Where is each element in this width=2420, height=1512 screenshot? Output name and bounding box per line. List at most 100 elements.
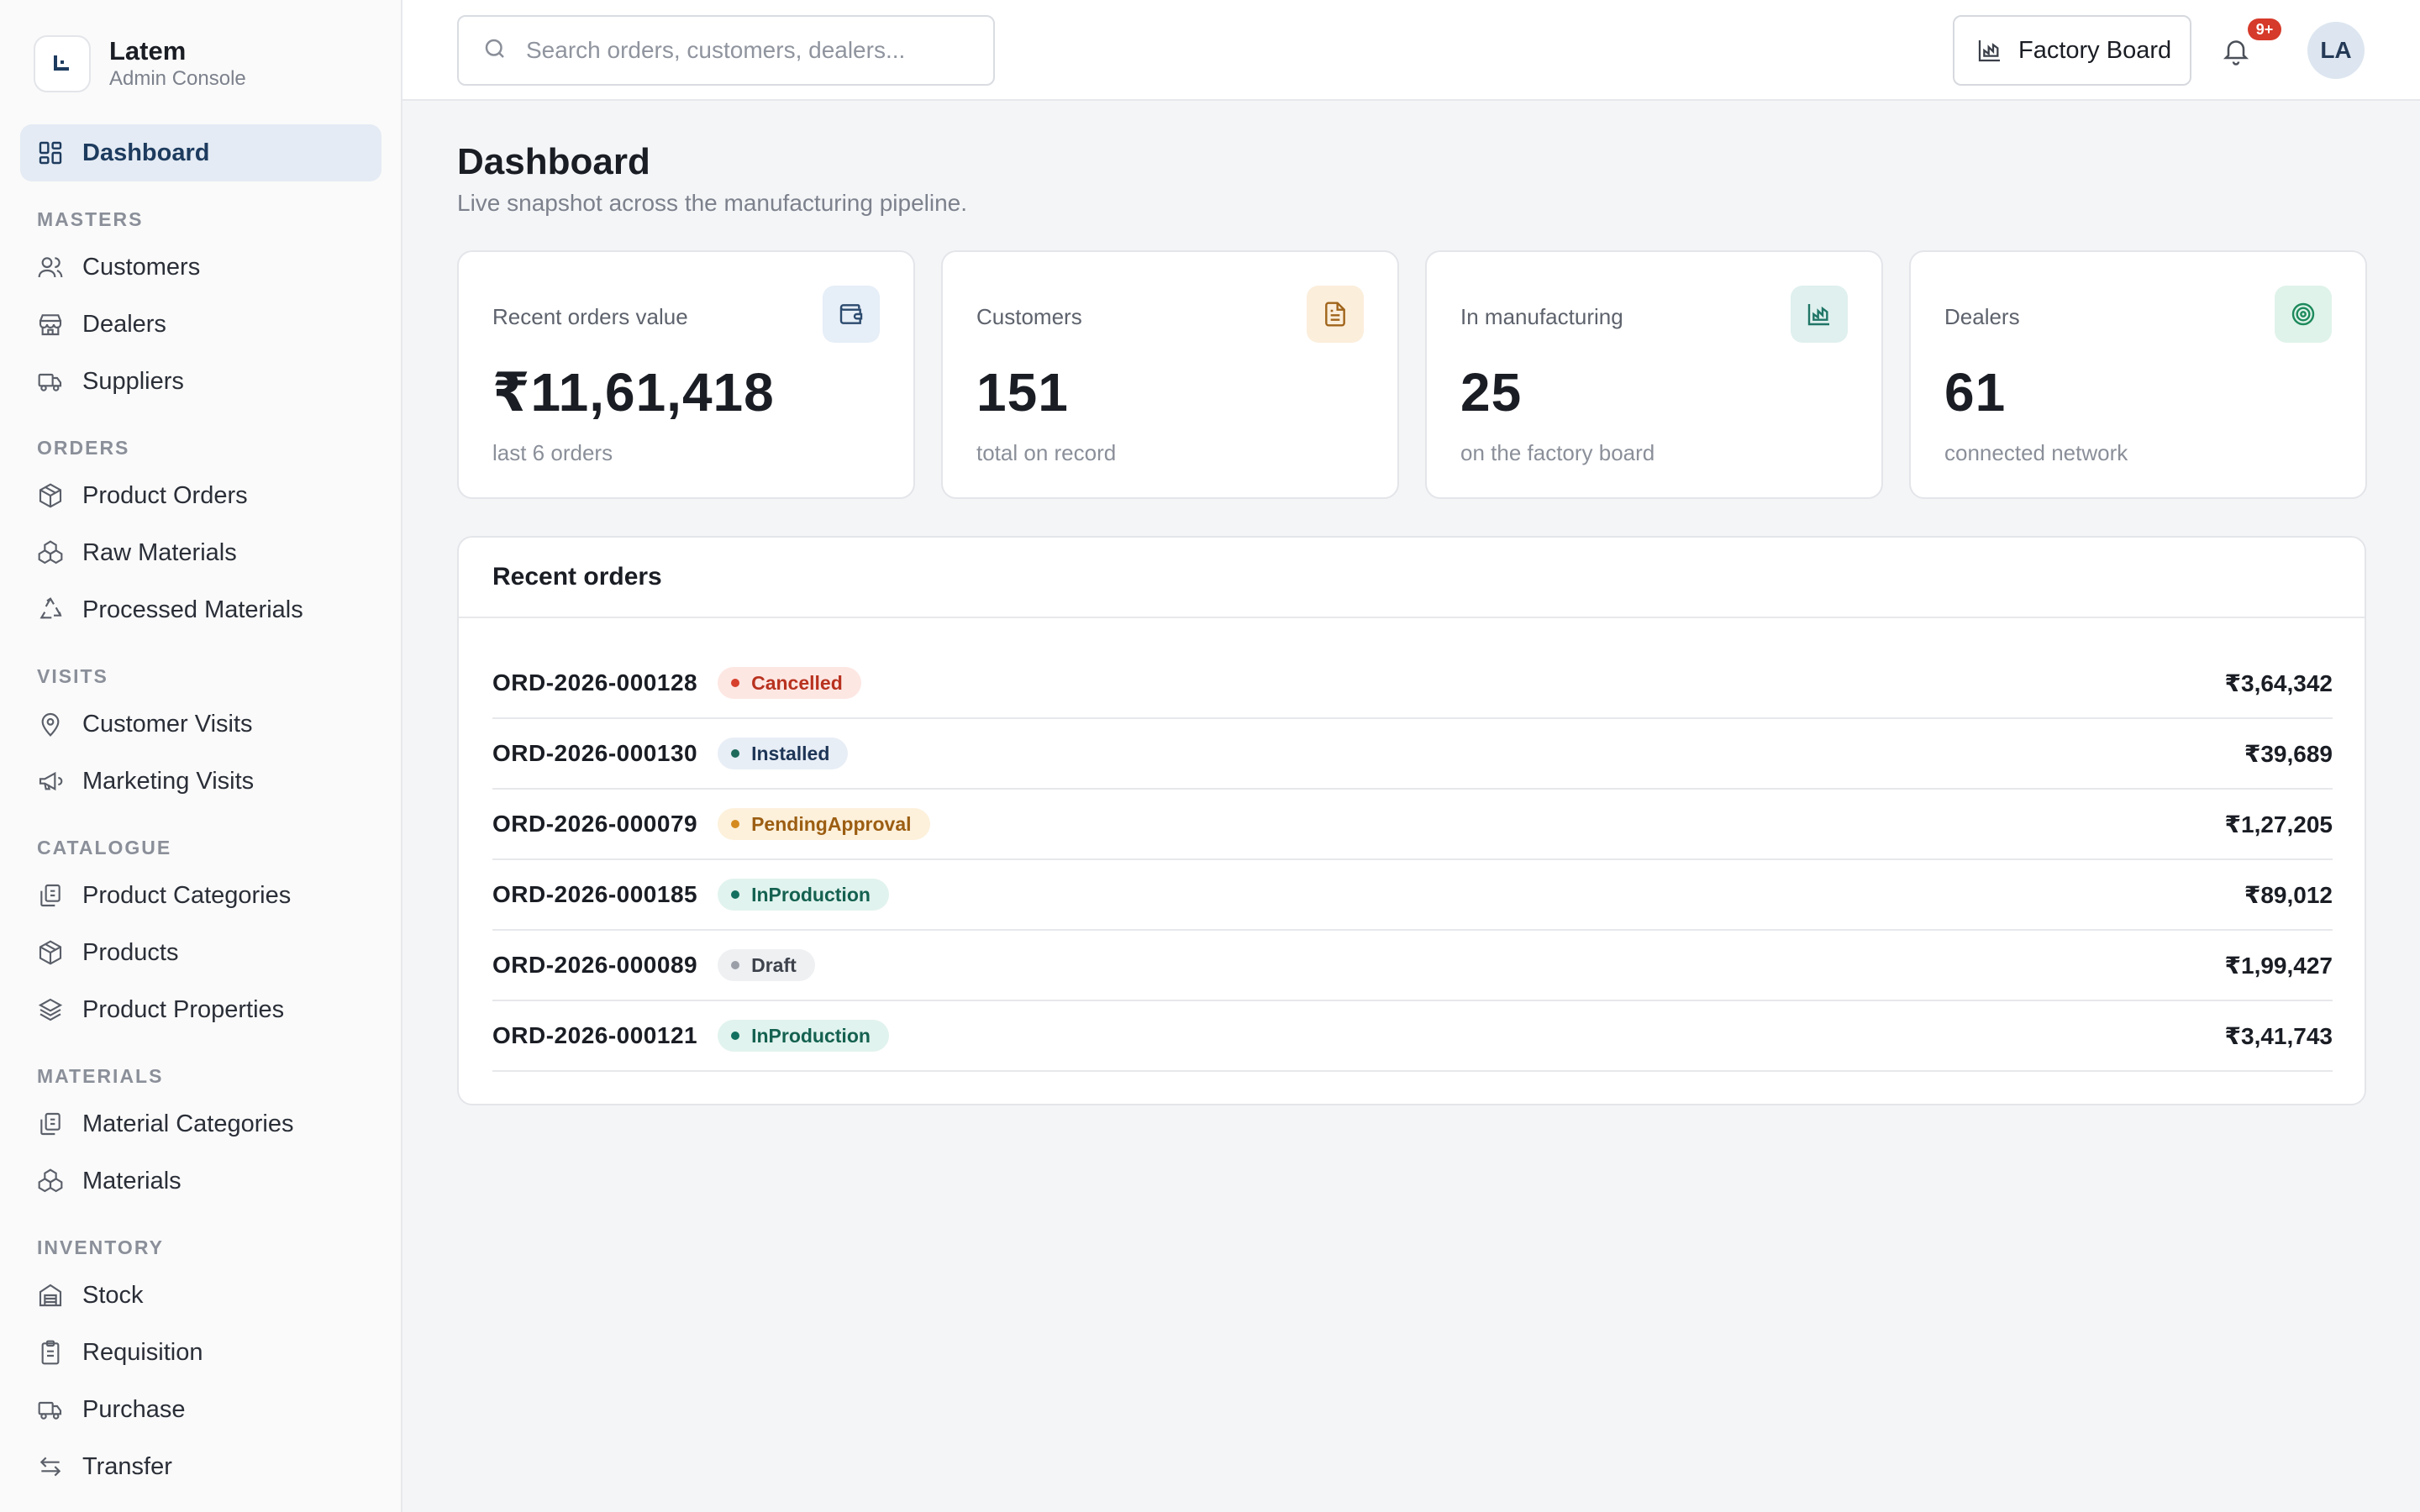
sidebar-item-label: Dealers [82, 310, 166, 338]
sidebar-item-dealers[interactable]: Dealers [20, 296, 381, 353]
sidebar-item-raw-materials[interactable]: Raw Materials [20, 524, 381, 581]
target-icon [2275, 286, 2332, 343]
recycle-icon [37, 596, 64, 623]
package-icon [37, 482, 64, 509]
search-input[interactable] [526, 37, 980, 64]
nav-section-title: VISITS [37, 665, 108, 687]
sidebar-item-product-orders[interactable]: Product Orders [20, 467, 381, 524]
order-id: ORD-2026-000079 [492, 811, 698, 837]
brand-name: Latem [109, 36, 187, 66]
status-label: InProduction [751, 883, 871, 906]
status-label: Cancelled [751, 671, 843, 694]
order-amount: ₹1,99,427 [2224, 952, 2333, 979]
wallet-icon [823, 286, 880, 343]
sidebar-item-customer-visits[interactable]: Customer Visits [20, 696, 381, 753]
avatar[interactable]: LA [2307, 22, 2365, 79]
stat-label: Dealers [1944, 304, 2020, 329]
copy-icon [37, 882, 64, 909]
order-amount: ₹3,64,342 [2224, 669, 2333, 696]
sidebar-item-product-properties[interactable]: Product Properties [20, 981, 381, 1038]
megaphone-icon [37, 768, 64, 795]
order-id: ORD-2026-000185 [492, 881, 698, 907]
sidebar-item-stock[interactable]: Stock [20, 1267, 381, 1324]
order-amount: ₹1,27,205 [2224, 811, 2333, 837]
sidebar-item-label: Material Categories [82, 1110, 294, 1137]
table-row[interactable]: ORD-2026-000121 InProduction ₹3,41,743 [492, 1001, 2333, 1072]
nav-section-title: INVENTORY [37, 1236, 164, 1258]
stat-card-dealers: Dealers 61 connected network [1909, 250, 2367, 499]
status-dot [731, 890, 740, 899]
status-dot [731, 749, 740, 758]
users-icon [37, 254, 64, 281]
status-label: Installed [751, 742, 830, 764]
sidebar-item-label: Product Orders [82, 481, 248, 509]
status-badge: Draft [718, 949, 815, 981]
truck-icon [37, 368, 64, 395]
search-box[interactable] [457, 15, 995, 86]
sidebar-item-requisition[interactable]: Requisition [20, 1324, 381, 1381]
sidebar-item-label: Product Properties [82, 995, 285, 1023]
sidebar: Latem Admin Console Dashboard MASTERS Cu… [0, 0, 402, 1512]
divider [459, 617, 2365, 618]
stat-label: Customers [976, 304, 1082, 329]
sidebar-item-customers[interactable]: Customers [20, 239, 381, 296]
order-id: ORD-2026-000121 [492, 1022, 698, 1048]
stat-value: ₹11,61,418 [492, 362, 775, 423]
table-row[interactable]: ORD-2026-000185 InProduction ₹89,012 [492, 860, 2333, 931]
status-badge: InProduction [718, 879, 889, 911]
status-dot [731, 1032, 740, 1040]
notification-badge: 9+ [2248, 18, 2281, 40]
bell-icon [2216, 40, 2251, 69]
stat-label: In manufacturing [1460, 304, 1623, 329]
package-icon [37, 939, 64, 966]
sidebar-item-purchase[interactable]: Purchase [20, 1381, 381, 1438]
store-icon [37, 311, 64, 338]
recent-orders-title: Recent orders [492, 563, 662, 591]
table-row[interactable]: ORD-2026-000128 Cancelled ₹3,64,342 [492, 648, 2333, 719]
sidebar-item-suppliers[interactable]: Suppliers [20, 353, 381, 410]
page-subtitle: Live snapshot across the manufacturing p… [457, 190, 968, 216]
warehouse-icon [37, 1282, 64, 1309]
status-badge: Installed [718, 738, 849, 769]
brand-subtitle: Admin Console [109, 67, 246, 90]
factory-chart-icon [1976, 37, 2003, 64]
sidebar-item-label: Purchase [82, 1395, 186, 1423]
sidebar-item-dashboard[interactable]: Dashboard [20, 124, 381, 181]
sidebar-item-materials[interactable]: Materials [20, 1152, 381, 1210]
status-dot [731, 820, 740, 828]
map-pin-icon [37, 711, 64, 738]
sidebar-item-label: Raw Materials [82, 538, 237, 566]
sidebar-item-label: Dashboard [82, 139, 210, 166]
factory-board-button[interactable]: Factory Board [1953, 15, 2191, 86]
order-id: ORD-2026-000089 [492, 952, 698, 978]
sidebar-item-label: Suppliers [82, 367, 184, 395]
boxes-icon [37, 1168, 64, 1194]
nav-section-title: MASTERS [37, 208, 144, 230]
sidebar-item-label: Product Categories [82, 881, 292, 909]
sidebar-item-label: Transfer [82, 1452, 172, 1480]
nav-section-title: CATALOGUE [37, 837, 172, 858]
stat-note: connected network [1944, 440, 2128, 465]
order-id: ORD-2026-000130 [492, 740, 698, 766]
stat-note: last 6 orders [492, 440, 613, 465]
sidebar-item-product-categories[interactable]: Product Categories [20, 867, 381, 924]
factory-board-label: Factory Board [2018, 36, 2172, 64]
stat-note: on the factory board [1460, 440, 1655, 465]
dashboard-icon [37, 139, 64, 166]
brand[interactable]: Latem Admin Console [34, 35, 246, 92]
nav-section-title: MATERIALS [37, 1065, 164, 1087]
stat-card-in-manufacturing: In manufacturing 25 on the factory board [1425, 250, 1883, 499]
sidebar-item-marketing-visits[interactable]: Marketing Visits [20, 753, 381, 810]
stat-note: total on record [976, 440, 1117, 465]
sidebar-item-processed-materials[interactable]: Processed Materials [20, 581, 381, 638]
table-row[interactable]: ORD-2026-000079 PendingApproval ₹1,27,20… [492, 790, 2333, 860]
sidebar-item-material-categories[interactable]: Material Categories [20, 1095, 381, 1152]
sidebar-item-transfer[interactable]: Transfer [20, 1438, 381, 1495]
truck-icon [37, 1396, 64, 1423]
sidebar-item-products[interactable]: Products [20, 924, 381, 981]
table-row[interactable]: ORD-2026-000130 Installed ₹39,689 [492, 719, 2333, 790]
status-label: PendingApproval [751, 812, 912, 835]
table-row[interactable]: ORD-2026-000089 Draft ₹1,99,427 [492, 931, 2333, 1001]
recent-orders-card: Recent orders ORD-2026-000128 Cancelled … [457, 536, 2366, 1105]
brand-logo-icon [34, 35, 91, 92]
